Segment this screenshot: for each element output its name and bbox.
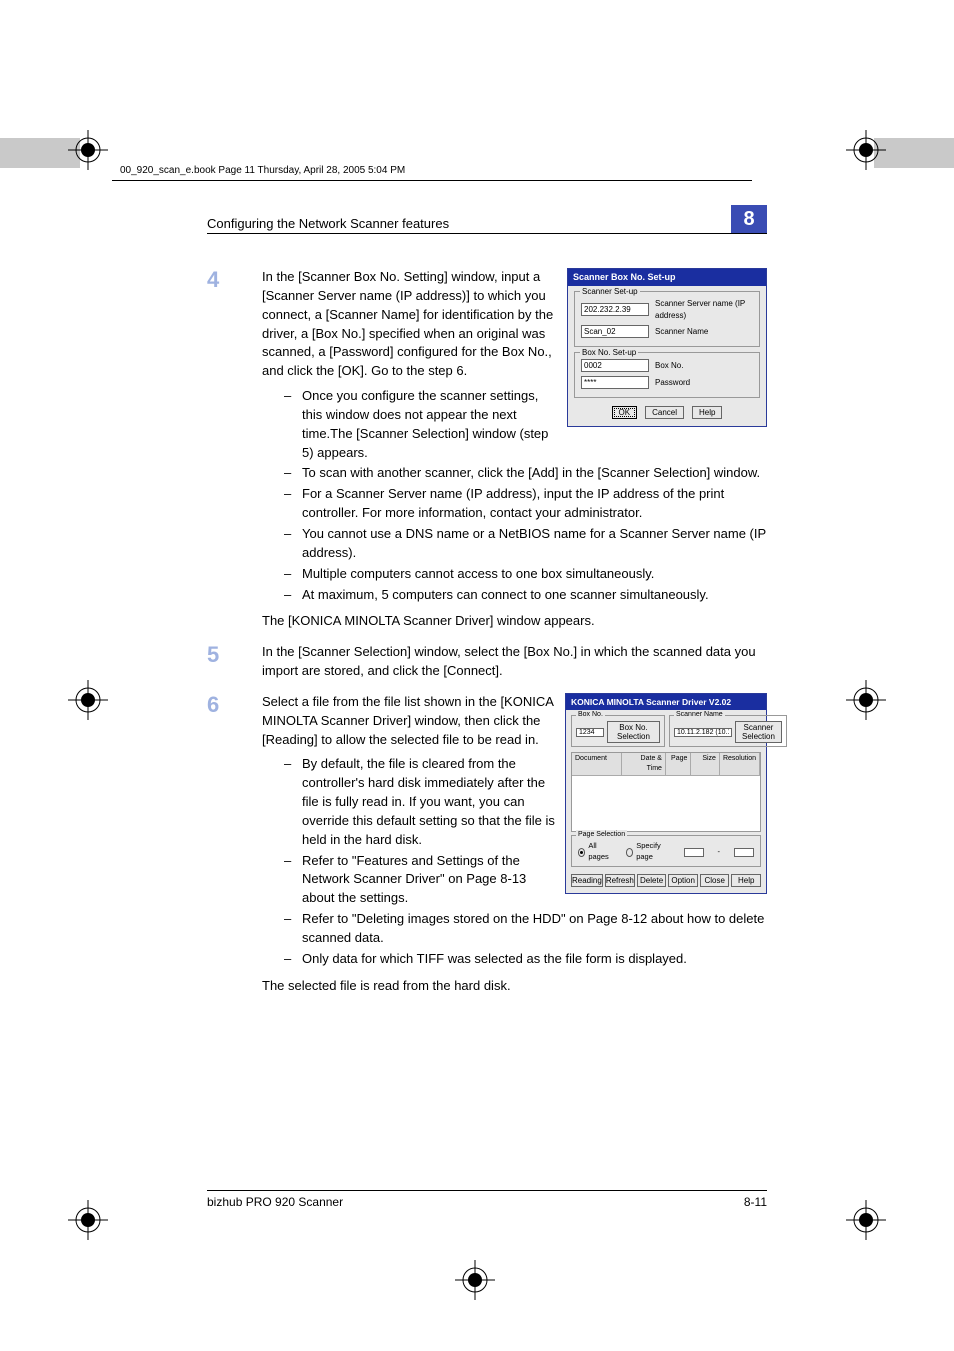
step-after-text: The [KONICA MINOLTA Scanner Driver] wind… <box>262 612 767 631</box>
running-head-title: Configuring the Network Scanner features <box>207 216 449 231</box>
chapter-tab: 8 <box>731 205 767 233</box>
list-item: Refer to "Deleting images stored on the … <box>284 910 767 948</box>
server-ip-label: Scanner Server name (IP address) <box>655 298 753 321</box>
step-after-text: The selected file is read from the hard … <box>262 977 767 996</box>
registration-mark-br <box>846 1200 886 1240</box>
step-4-bullets: Once you configure the scanner settings,… <box>262 387 767 604</box>
list-item: You cannot use a DNS name or a NetBIOS n… <box>284 525 767 563</box>
step-body: Scanner Box No. Set-up Scanner Set-up Sc… <box>262 268 767 637</box>
list-item: Refer to "Features and Settings of the N… <box>284 852 767 909</box>
list-item: Multiple computers cannot access to one … <box>284 565 767 584</box>
box-no-field[interactable] <box>576 728 604 737</box>
running-head: Configuring the Network Scanner features… <box>207 205 767 234</box>
group-legend: Box No. <box>576 710 605 720</box>
list-item: Once you configure the scanner settings,… <box>284 387 767 462</box>
step-6: 6 KONICA MINOLTA Scanner Driver V2.02 Bo… <box>207 693 767 1002</box>
box-no-label: Box No. <box>655 360 683 372</box>
box-no-field[interactable] <box>581 359 649 372</box>
step-5: 5 In the [Scanner Selection] window, sel… <box>207 643 767 687</box>
registration-mark-tl <box>68 130 108 170</box>
list-item: To scan with another scanner, click the … <box>284 464 767 483</box>
box-no-selection-button[interactable]: Box No. Selection <box>607 721 660 743</box>
dialog-titlebar: Scanner Box No. Set-up <box>568 269 766 286</box>
registration-mark-ml <box>68 680 108 720</box>
group-box-no: Box No. Box No. Selection <box>571 715 665 747</box>
crop-bar-right <box>874 138 954 168</box>
step-4: 4 Scanner Box No. Set-up Scanner Set-up … <box>207 268 767 637</box>
step-number: 5 <box>207 643 262 687</box>
scanner-ip-field[interactable] <box>674 728 732 737</box>
dialog-titlebar: KONICA MINOLTA Scanner Driver V2.02 <box>566 694 766 710</box>
step-text: In the [Scanner Selection] window, selec… <box>262 643 767 681</box>
scanner-name-label: Scanner Name <box>655 326 708 338</box>
page-footer: bizhub PRO 920 Scanner 8-11 <box>207 1190 767 1209</box>
group-scanner-name: Scanner Name Scanner Selection <box>669 715 787 747</box>
list-item: By default, the file is cleared from the… <box>284 755 767 849</box>
registration-mark-mr <box>846 680 886 720</box>
step-body: KONICA MINOLTA Scanner Driver V2.02 Box … <box>262 693 767 1002</box>
book-header-rule <box>112 180 752 181</box>
group-legend: Scanner Set-up <box>580 286 640 298</box>
scanner-selection-button[interactable]: Scanner Selection <box>735 721 782 743</box>
group-legend: Scanner Name <box>674 710 725 720</box>
registration-mark-bm <box>455 1260 495 1300</box>
registration-mark-tr <box>846 130 886 170</box>
step-number: 6 <box>207 693 262 1002</box>
registration-mark-bl <box>68 1200 108 1240</box>
group-legend: Box No. Set-up <box>580 347 638 359</box>
list-item: For a Scanner Server name (IP address), … <box>284 485 767 523</box>
manual-page: 00_920_scan_e.book Page 11 Thursday, Apr… <box>0 0 954 1351</box>
page-content: Configuring the Network Scanner features… <box>207 205 767 1008</box>
group-scanner-setup: Scanner Set-up Scanner Server name (IP a… <box>574 291 760 347</box>
list-item: At maximum, 5 computers can connect to o… <box>284 586 767 605</box>
dialog-top-row: Box No. Box No. Selection Scanner Name S… <box>566 710 766 750</box>
scanner-name-field[interactable] <box>581 325 649 338</box>
step-6-bullets: By default, the file is cleared from the… <box>262 755 767 968</box>
footer-page-number: 8-11 <box>744 1195 767 1209</box>
step-body: In the [Scanner Selection] window, selec… <box>262 643 767 687</box>
list-item: Only data for which TIFF was selected as… <box>284 950 767 969</box>
server-ip-field[interactable] <box>581 303 649 316</box>
footer-product: bizhub PRO 920 Scanner <box>207 1195 343 1209</box>
book-header-line: 00_920_scan_e.book Page 11 Thursday, Apr… <box>120 165 405 176</box>
step-number: 4 <box>207 268 262 637</box>
